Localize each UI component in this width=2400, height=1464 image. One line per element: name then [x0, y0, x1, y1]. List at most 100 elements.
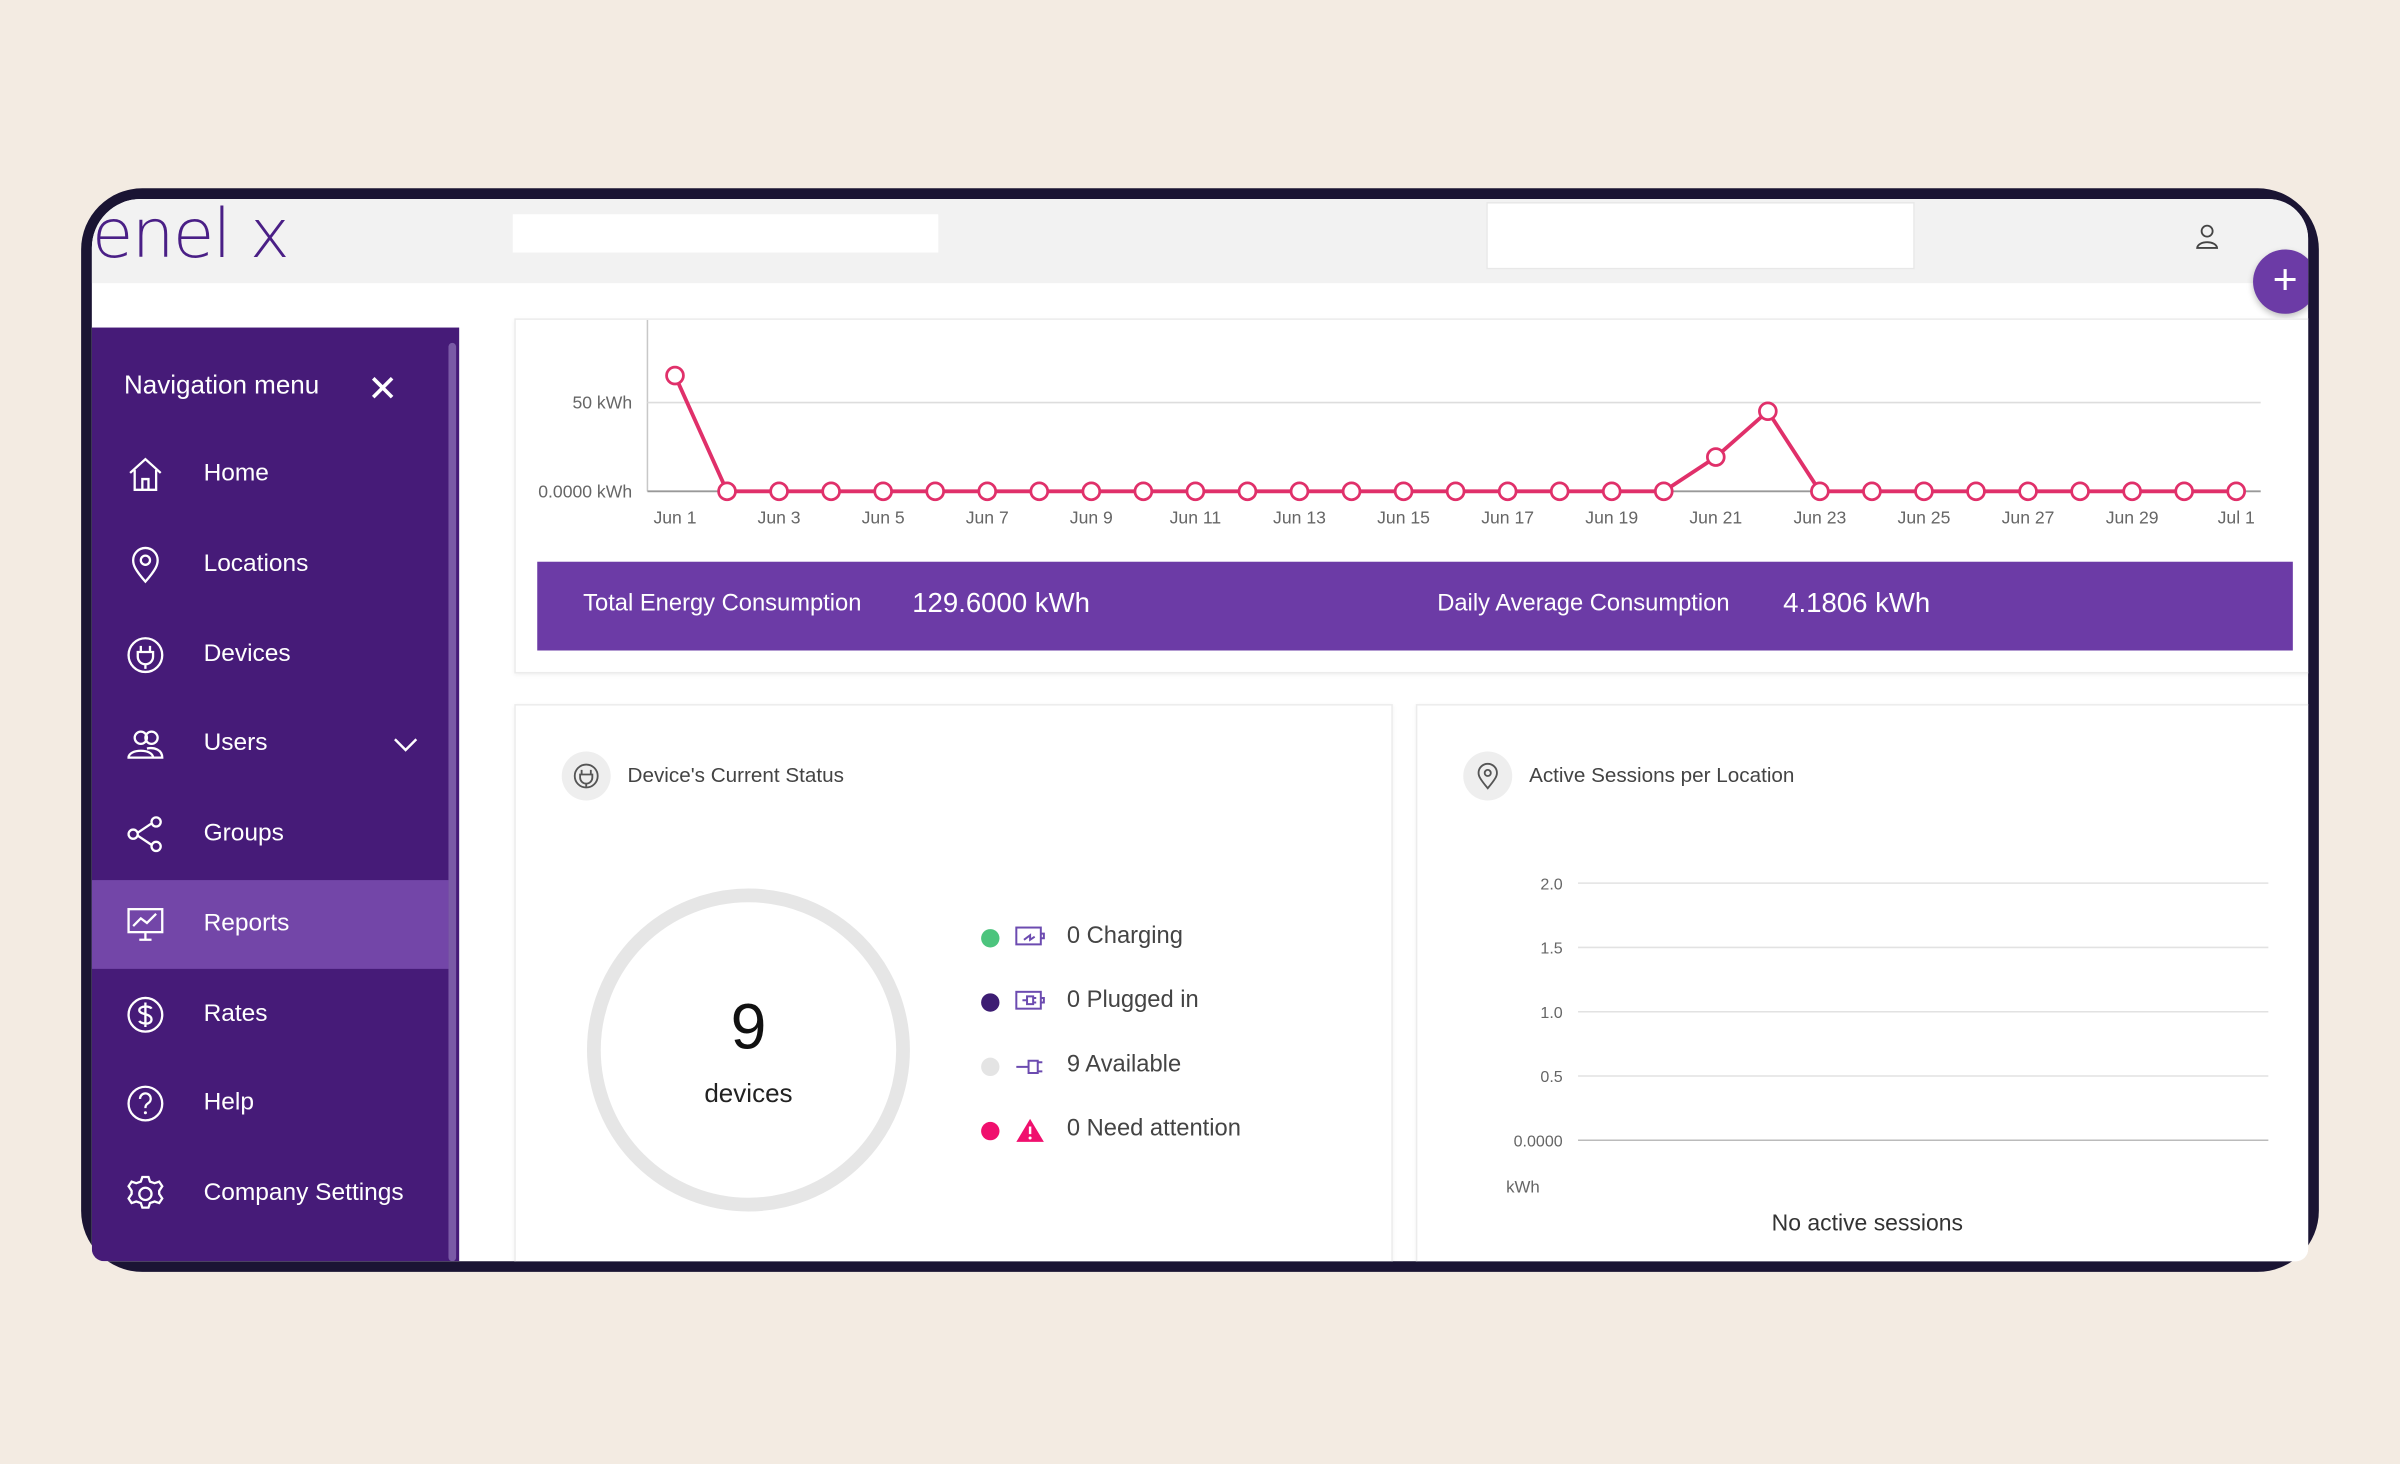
- app-screen: enel x + Navigation menu ✕ Home Locations…: [91, 198, 2309, 1262]
- x-tick-label: Jul 1: [2218, 507, 2255, 527]
- data-point: [1810, 481, 1830, 502]
- data-point: [1862, 481, 1882, 502]
- location-pin-icon: [132, 546, 159, 583]
- data-point: [1758, 401, 1778, 422]
- status-item-label: 0 Need attention: [1066, 1115, 1241, 1142]
- data-point: [717, 481, 737, 502]
- data-point: [1966, 481, 1986, 502]
- x-tick-label: Jun 15: [1377, 507, 1430, 527]
- sidebar-scrollbar[interactable]: [448, 342, 457, 1262]
- sidebar-item-label: Devices: [203, 640, 291, 667]
- status-item-label: 9 Available: [1066, 1051, 1182, 1078]
- sidebar-item-home[interactable]: Home: [92, 430, 449, 519]
- x-tick-label: Jun 23: [1793, 507, 1846, 527]
- sidebar-item-label: Rates: [203, 1000, 268, 1027]
- data-point: [1601, 481, 1622, 502]
- y-tick-label: 1.5: [1540, 940, 1562, 958]
- x-tick-label: Jun 5: [862, 507, 905, 527]
- chevron-down-icon[interactable]: [392, 730, 420, 758]
- data-point: [1029, 481, 1050, 502]
- selector-field[interactable]: [1486, 202, 1915, 270]
- x-tick-label: Jun 3: [758, 507, 801, 527]
- status-dot: [981, 929, 1000, 948]
- data-point: [1914, 481, 1934, 502]
- data-point: [1081, 481, 1102, 502]
- sidebar-item-company-settings[interactable]: Company Settings: [92, 1149, 449, 1238]
- x-tick-label: Jun 11: [1170, 507, 1222, 527]
- sidebar-item-users[interactable]: Users: [92, 700, 449, 789]
- sidebar-item-devices[interactable]: Devices: [92, 610, 449, 699]
- x-tick-label: Jun 25: [1898, 507, 1951, 527]
- x-tick-label: Jun 9: [1070, 507, 1113, 527]
- sidebar-item-help[interactable]: Help: [92, 1060, 449, 1149]
- plus-icon: +: [2272, 255, 2298, 304]
- sidebar-item-label: Help: [203, 1090, 254, 1117]
- status-item-label: 0 Plugged in: [1066, 987, 1199, 1014]
- monitor-chart-icon: [127, 907, 164, 941]
- data-point: [2122, 481, 2142, 502]
- y-tick-label: 0.5: [1540, 1068, 1562, 1086]
- data-point: [1445, 481, 1466, 502]
- status-item-label: 0 Charging: [1066, 922, 1183, 949]
- dollar-icon: [127, 996, 164, 1033]
- add-button[interactable]: +: [2253, 249, 2309, 314]
- data-point: [925, 481, 945, 502]
- status-dot: [981, 1121, 1000, 1141]
- total-label: Total Energy Consumption: [583, 590, 862, 617]
- x-tick-label: Jun 7: [966, 507, 1009, 527]
- close-icon[interactable]: ✕: [367, 367, 398, 411]
- data-point: [1549, 481, 1570, 502]
- sidebar-item-groups[interactable]: Groups: [92, 790, 449, 879]
- y-tick-label: 0.0000 kWh: [538, 481, 632, 501]
- sidebar-item-label: Home: [203, 460, 269, 487]
- data-point: [2070, 481, 2090, 502]
- no-sessions-message: No active sessions: [1771, 1210, 1964, 1237]
- total-value: 129.6000 kWh: [912, 587, 1090, 619]
- data-point: [1497, 481, 1518, 502]
- gear-icon: [127, 1175, 164, 1209]
- data-point: [1706, 447, 1726, 467]
- share-icon: [127, 816, 162, 853]
- y-tick-label: 2.0: [1540, 875, 1562, 893]
- summary-bar: Total Energy Consumption 129.6000 kWh Da…: [537, 561, 2293, 651]
- plug-icon: [127, 636, 164, 673]
- users-icon: [127, 730, 164, 760]
- status-dot: [981, 1057, 1000, 1077]
- status-title: Device's Current Status: [627, 763, 844, 787]
- x-tick-label: Jun 21: [1689, 507, 1742, 527]
- data-point: [1237, 481, 1258, 502]
- data-point: [665, 365, 685, 386]
- sidebar-item-label: Company Settings: [203, 1180, 404, 1207]
- data-point: [2018, 481, 2038, 502]
- data-point: [1653, 481, 1674, 502]
- enel-x-logo[interactable]: enel x: [92, 199, 290, 274]
- data-point: [1185, 481, 1206, 502]
- data-point: [977, 481, 998, 502]
- help-icon: [127, 1085, 164, 1122]
- sidebar-item-locations[interactable]: Locations: [92, 520, 449, 609]
- sidebar-item-label: Groups: [203, 820, 284, 847]
- sidebar-item-label: Reports: [203, 910, 290, 937]
- data-point: [1133, 481, 1154, 502]
- plug-icon: [561, 751, 611, 801]
- y-tick-label: 1.0: [1540, 1004, 1562, 1022]
- user-icon[interactable]: [2195, 223, 2219, 249]
- search-field[interactable]: [512, 214, 939, 253]
- sidebar-item-reports[interactable]: Reports: [91, 879, 449, 969]
- sidebar-item-rates[interactable]: Rates: [92, 970, 449, 1059]
- active-sessions-card: Active Sessions per Location 0.0000 0.5 1.…: [1415, 704, 2309, 1262]
- x-tick-label: Jun 29: [2106, 507, 2159, 527]
- device-status-card: Device's Current Status 9 devices 0 Char…: [514, 704, 1393, 1262]
- status-dot: [981, 993, 1000, 1012]
- average-value: 4.1806 kWh: [1783, 587, 1931, 619]
- device-count: 9: [730, 990, 767, 1063]
- x-tick-label: Jun 17: [1481, 507, 1534, 527]
- plugged-in-icon: [1015, 990, 1045, 1010]
- navigation-sidebar: Navigation menu ✕ Home Locations Devices Us…: [91, 327, 460, 1262]
- data-point: [821, 481, 841, 502]
- data-point: [873, 481, 893, 502]
- x-tick-label: Jun 19: [1585, 507, 1638, 527]
- energy-chart-card: 0.0000 kWh 50 kWh Jun 1 Jun 3 Jun 5 Jun 7 Jun …: [514, 318, 2309, 674]
- y-tick-label: 0.0000: [1514, 1132, 1563, 1150]
- home-icon: [129, 457, 162, 491]
